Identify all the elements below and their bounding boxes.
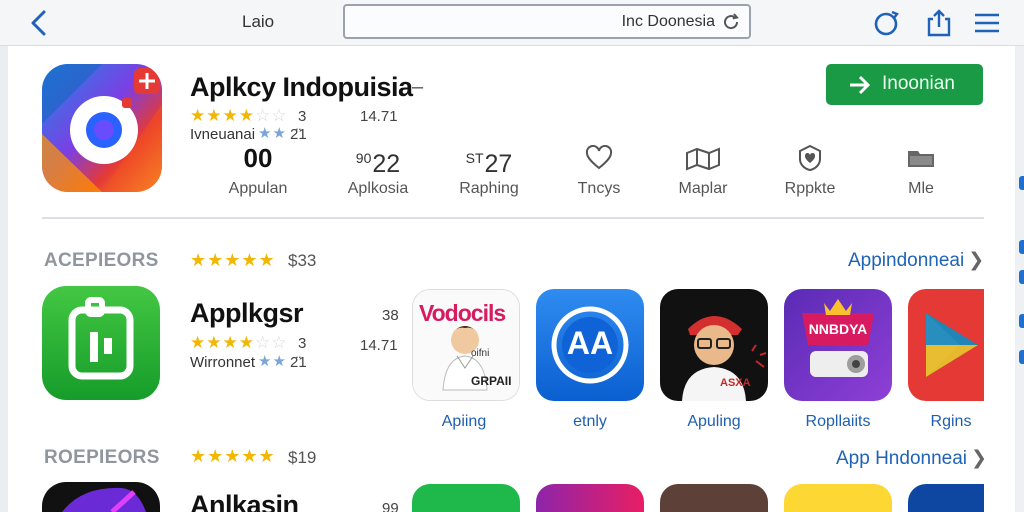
star-rating: ★★★★☆☆ [190,106,288,125]
app-size: 14.71 [360,108,398,125]
menu-icon[interactable] [972,8,1002,38]
stat-value: 22 [372,150,401,178]
back-arrow-icon[interactable] [26,8,52,38]
share-icon[interactable] [924,8,954,38]
title-dash: – [412,76,424,98]
stat-label: Aplkosia [347,180,409,197]
map-icon [686,147,720,171]
tile-label[interactable]: Apuling [659,413,769,431]
stat-label: Raphing [459,180,519,197]
stat-prefix: ST [465,150,484,166]
tile-label[interactable]: Rgins [916,413,986,431]
app-title: Anlkasin [190,490,299,512]
heart-icon [585,145,613,170]
star-rating: ★★★★☆☆ [190,333,288,352]
stat-raphing: ST27 Raphing [434,142,544,198]
stat-maplar[interactable]: Maplar [648,142,758,198]
rating-count: 3 [298,108,307,125]
app-tile[interactable] [660,484,768,512]
app-tile-apuling[interactable]: ASXA [660,289,768,401]
section-price: $19 [288,448,317,467]
see-all-label: App Hndonneai [836,448,967,469]
tile-art-text: GRPAII [471,374,512,388]
app-tile-etnly[interactable]: AA [536,289,644,401]
app-tile-rgins[interactable] [908,289,984,401]
search-bar[interactable] [343,4,751,39]
stat-rppkte[interactable]: Rppkte [755,142,865,198]
chevron-right-icon: ❯ [971,448,987,469]
edge-indicator [1019,240,1024,254]
tile-label[interactable]: Ropllaiits [783,413,893,431]
secondary-rating-stars: ★★ [258,353,287,370]
stat-tncys[interactable]: Tncys [544,142,654,198]
section-rating: ★★★★★ [190,250,276,270]
search-refresh-icon[interactable] [872,8,902,38]
search-input[interactable] [353,10,719,34]
tile-art-text: oifni [471,348,490,359]
tile-label[interactable]: Apiing [409,413,519,431]
app-tile-vodocils[interactable]: Vodocils oifni GRPAII [412,289,520,401]
app-tile[interactable] [784,484,892,512]
arrow-right-icon [850,75,871,95]
app-tile[interactable] [536,484,644,512]
folder-icon [908,151,934,167]
edge-indicator [1019,176,1024,190]
stat-label: Mle [908,180,934,197]
reload-icon[interactable] [721,12,741,32]
see-all-label: Appindonneai [848,250,965,271]
stat-label: Rppkte [784,180,836,197]
secondary-rating: 2̈1 [290,126,307,143]
app-icon[interactable] [42,64,162,192]
tile-art-text: Vodocils [419,300,506,326]
stat-appulan: 00 Appulan [203,142,313,198]
stat-value: 27 [484,150,513,178]
app-tile[interactable] [412,484,520,512]
section-price: $33 [288,251,317,270]
stat-label: Tncys [577,180,621,197]
stat-mle[interactable]: Mle [866,142,976,198]
developer-name: Ivneuanai [190,126,256,143]
app-size: 14.71 [360,337,398,354]
tile-label[interactable]: etnly [535,413,645,431]
app-count: 38 [382,307,399,324]
app-title: Aplkcy Indopuisia [190,72,413,102]
secondary-rating-stars: ★★ [258,125,287,142]
back-label[interactable]: Laio [242,12,274,32]
top-navigation-bar: Laio [0,0,1024,46]
chevron-right-icon: ❯ [968,250,985,271]
developer-name: Wirronnet [190,354,256,371]
edge-indicator [1019,270,1024,284]
app-icon[interactable] [42,286,160,400]
edge-indicator [1019,350,1024,364]
section-title: ROEPIEORS [44,447,160,468]
app-title: Applkgsr [190,298,304,328]
app-count: 99 [382,500,399,512]
stat-label: Maplar [678,180,728,197]
stat-label: Appulan [228,180,288,197]
stat-aplkosia: 9022 Aplkosia [323,142,433,198]
install-button[interactable]: Inoonian [826,64,983,105]
divider [42,217,984,219]
badge-heart-icon [799,144,821,172]
app-tile[interactable] [908,484,984,512]
app-tile-ropllaiits[interactable]: NNBDYA [784,289,892,401]
rating-count: 3 [298,335,307,352]
edge-indicator [1019,314,1024,328]
stat-value: 00 [243,143,273,173]
section-title: ACEPIEORS [44,250,159,271]
see-all-link[interactable]: Appindonneai ❯ [848,249,984,272]
install-button-label: Inoonian [882,73,955,94]
tile-art-text: ASXA [720,377,751,389]
tile-art-text: NNBDYA [808,321,868,337]
section-rating: ★★★★★ [190,446,276,466]
tile-art-text: AA [566,325,614,361]
see-all-link[interactable]: App Hndonneai ❯ [836,447,987,470]
secondary-rating: 2̈1 [290,354,307,371]
app-icon[interactable] [42,482,160,512]
stat-prefix: 90 [355,150,372,166]
